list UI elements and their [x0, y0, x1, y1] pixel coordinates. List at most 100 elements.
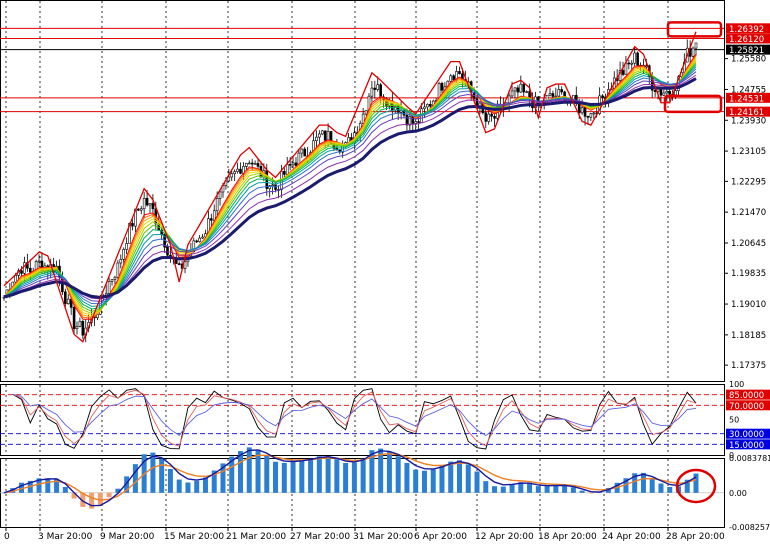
- x-tick-label: 28 Apr 20:00: [666, 532, 725, 542]
- candle-body: [636, 52, 639, 66]
- candle-body: [233, 171, 236, 175]
- macd-histogram-bar: [273, 461, 279, 493]
- y-tick-label: 1.21470: [731, 208, 766, 218]
- macd-histogram-bar: [360, 458, 366, 493]
- x-tick-label: 27 Mar 20:00: [290, 532, 350, 542]
- macd-histogram-bar: [492, 486, 498, 493]
- macd-histogram-bar: [667, 486, 673, 493]
- macd-histogram-bar: [649, 478, 655, 493]
- candle-body: [166, 246, 169, 256]
- x-tick-label: 3 Mar 20:00: [38, 532, 93, 542]
- macd-histogram-bar: [535, 486, 541, 493]
- osc-level-label: 15.0000: [729, 441, 764, 451]
- y-tick-label: 1.19010: [731, 300, 766, 310]
- candle-body: [14, 275, 17, 283]
- y-tick-label: 1.18185: [731, 331, 766, 341]
- candle-body: [592, 112, 596, 115]
- macd-histogram-bar: [693, 473, 699, 493]
- macd-histogram-bar: [553, 485, 559, 493]
- x-tick-label: 18 Apr 20:00: [538, 532, 597, 542]
- candle-body: [522, 83, 526, 93]
- osc-tick-label: 100: [729, 380, 744, 389]
- x-tick-label: 15 Mar 20:00: [164, 532, 224, 542]
- candle-body: [142, 197, 146, 210]
- macd-tick-label: -0.0082573: [729, 523, 770, 532]
- candle-body: [28, 267, 32, 273]
- candle-body: [405, 114, 409, 126]
- macd-histogram-bar: [588, 492, 594, 494]
- macd-histogram-bar: [421, 470, 427, 493]
- osc-level-label: 85.0000: [729, 391, 764, 401]
- macd-histogram-bar: [500, 486, 506, 493]
- y-tick-label: 1.22295: [731, 177, 766, 187]
- candle-body: [116, 262, 120, 278]
- candle-body: [586, 116, 590, 118]
- candle-body: [490, 113, 493, 117]
- macd-histogram-bar: [299, 460, 305, 493]
- candle-body: [589, 113, 593, 118]
- candle-body: [557, 89, 561, 97]
- x-tick-label: 6 Apr 20:00: [414, 532, 467, 542]
- candle-body: [691, 47, 695, 57]
- candle-body: [78, 320, 82, 327]
- candle-body: [554, 95, 558, 98]
- macd-histogram-bar: [456, 460, 462, 493]
- macd-histogram-bar: [343, 462, 349, 493]
- candle-body: [440, 83, 444, 91]
- macd-histogram-bar: [325, 456, 331, 493]
- macd-histogram-bar: [202, 477, 208, 493]
- macd-histogram-bar: [579, 490, 585, 493]
- y-tick-label: 1.23105: [731, 147, 766, 157]
- candle-body: [452, 75, 455, 81]
- candle-body: [291, 162, 295, 166]
- macd-histogram-bar: [246, 447, 252, 493]
- macd-histogram-bar: [544, 486, 550, 493]
- candle-body: [218, 191, 222, 199]
- candle-body: [458, 71, 461, 75]
- macd-histogram-bar: [509, 484, 515, 493]
- macd-histogram-bar: [404, 462, 410, 493]
- macd-histogram-bar: [570, 487, 576, 493]
- x-tick-label: 12 Apr 20:00: [475, 532, 534, 542]
- y-tick-label: 1.20645: [731, 239, 766, 249]
- candle-body: [653, 89, 657, 92]
- macd-histogram-bar: [264, 455, 270, 493]
- macd-histogram-bar: [150, 452, 156, 493]
- macd-histogram-bar: [334, 459, 340, 493]
- x-tick-label: 24 Apr 20:00: [602, 532, 661, 542]
- candle-body: [227, 176, 231, 182]
- macd-histogram-bar: [132, 464, 138, 493]
- y-tick-label: 1.19835: [731, 269, 766, 279]
- candle-body: [23, 262, 26, 274]
- macd-histogram-bar: [185, 482, 191, 493]
- candle-body: [20, 270, 23, 274]
- macd-histogram-bar: [386, 451, 392, 493]
- candle-body: [665, 91, 669, 94]
- candle-body: [630, 62, 634, 65]
- macd-histogram-bar: [45, 478, 51, 493]
- candle-body: [484, 112, 488, 122]
- macd-histogram-bar: [106, 492, 112, 498]
- candle-body: [177, 263, 181, 265]
- price-level-label: 1.24531: [729, 94, 764, 104]
- candle-body: [300, 148, 304, 154]
- macd-histogram-bar: [281, 462, 287, 493]
- candle-body: [113, 276, 117, 280]
- macd-histogram-bar: [658, 483, 664, 493]
- candle-body: [627, 62, 631, 65]
- macd-histogram-bar: [62, 486, 68, 493]
- candle-body: [320, 130, 324, 135]
- candle-body: [125, 243, 128, 250]
- chart-svg: 0 3 Mar 20:00 9 Mar 20:00 15 Mar 20:00 21 Ma…: [0, 0, 770, 542]
- macd-histogram-bar: [640, 472, 646, 493]
- price-level-label: 1.26392: [729, 25, 764, 35]
- candle-body: [674, 90, 677, 96]
- candle-body: [373, 87, 377, 90]
- candle-body: [601, 95, 604, 98]
- macd-histogram-bar: [395, 456, 401, 493]
- candle-body: [210, 218, 213, 221]
- candle-body: [633, 52, 636, 64]
- candle-body: [119, 259, 123, 264]
- candle-body: [417, 121, 420, 123]
- macd-histogram-bar: [97, 492, 103, 506]
